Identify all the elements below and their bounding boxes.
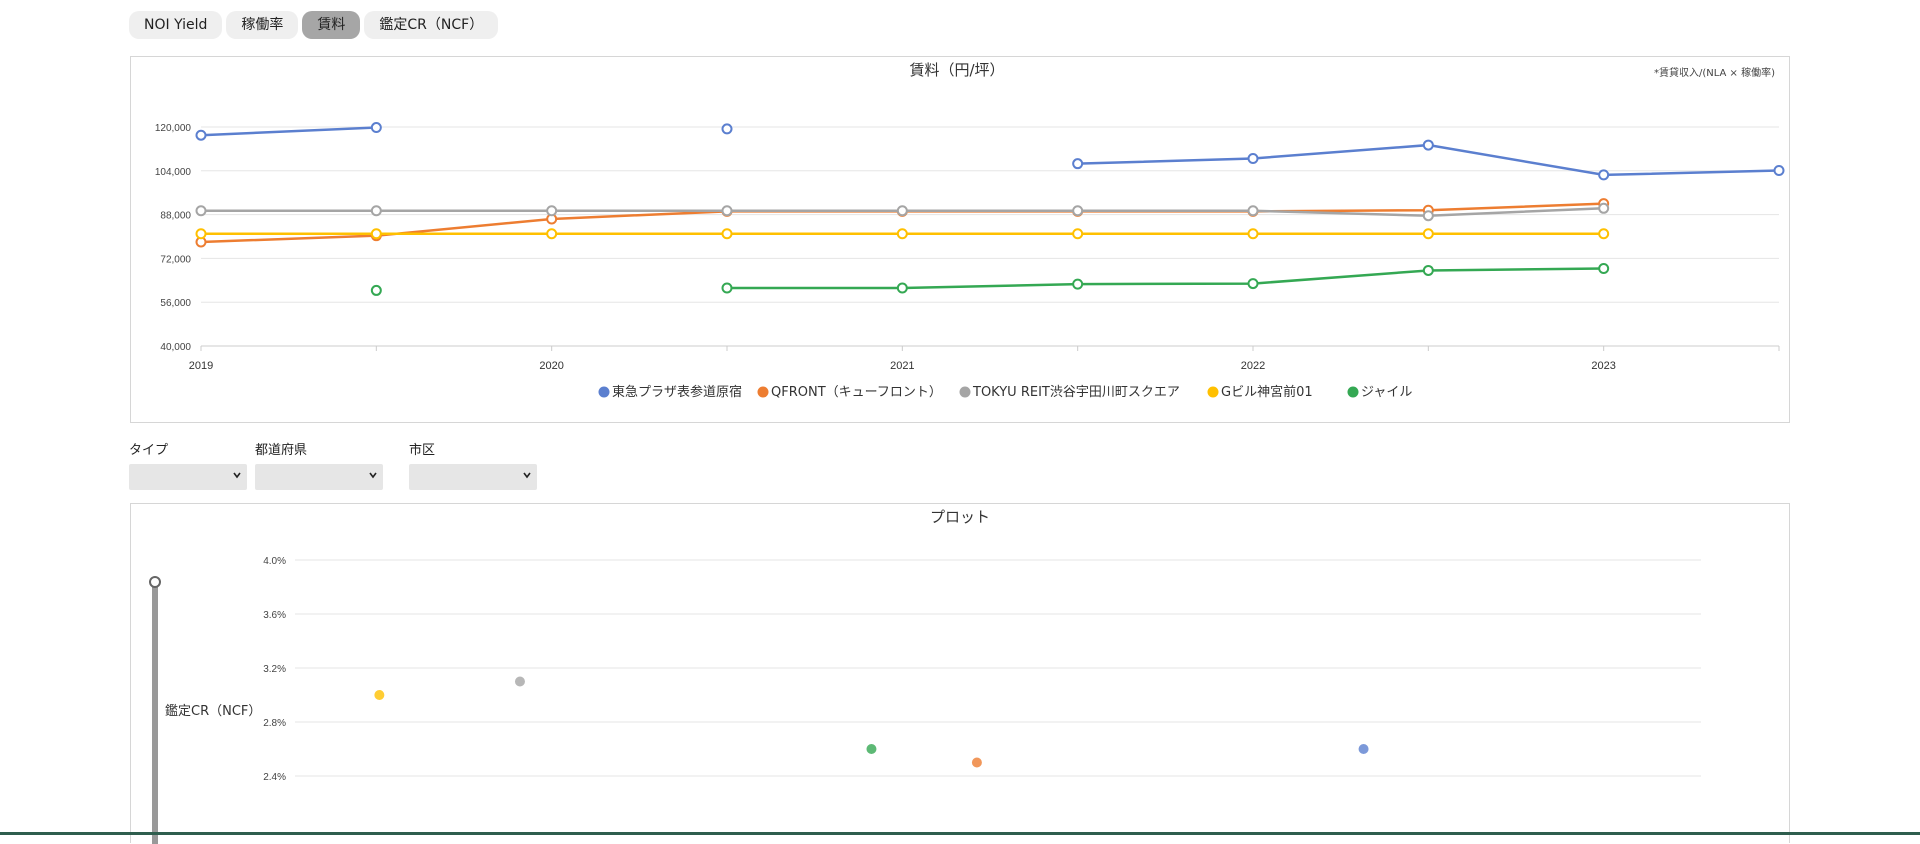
y-tick-label: 88,000 xyxy=(160,211,191,222)
rent-line-chart-panel: 賃料（円/坪） *賃貸収入/(NLA × 稼働率) 40,000 56,000 72… xyxy=(130,56,1790,423)
scatter-chart-title: プロット xyxy=(930,508,990,526)
rent-line-chart: 賃料（円/坪） *賃貸収入/(NLA × 稼働率) 40,000 56,000 72… xyxy=(155,61,1785,400)
data-point xyxy=(1598,228,1610,240)
data-point xyxy=(370,122,382,134)
legend-marker xyxy=(959,386,971,398)
data-point xyxy=(1422,210,1434,222)
data-point xyxy=(370,205,382,217)
y-tick-label: 2.8% xyxy=(263,718,286,729)
legend-label: ジャイル xyxy=(1361,385,1412,400)
data-point xyxy=(1247,228,1259,240)
data-point xyxy=(1072,278,1084,290)
data-point xyxy=(1247,205,1259,217)
scatter-y-axis-label: 鑑定CR（NCF） xyxy=(165,703,261,719)
data-point xyxy=(370,284,382,296)
x-tick-label: 2021 xyxy=(890,360,914,372)
data-point xyxy=(1598,263,1610,275)
data-point xyxy=(896,282,908,294)
legend-label: TOKYU REIT渋谷宇田川町スクエア xyxy=(972,385,1180,400)
chevron-down-icon xyxy=(233,472,241,479)
data-point xyxy=(1422,264,1434,276)
data-point xyxy=(1072,228,1084,240)
data-point xyxy=(546,205,558,217)
y-tick-label: 4.0% xyxy=(263,556,286,567)
series-line xyxy=(727,267,1604,290)
line-chart-title: 賃料（円/坪） xyxy=(909,61,1004,79)
data-point xyxy=(1247,278,1259,290)
chevron-down-icon xyxy=(523,472,531,479)
data-point xyxy=(195,129,207,141)
series-line xyxy=(200,126,377,137)
y-tick-label: 56,000 xyxy=(160,298,191,309)
y-tick-label: 3.2% xyxy=(263,664,286,675)
city-filter-label: 市区 xyxy=(409,443,436,458)
data-point xyxy=(896,205,908,217)
y-tick-label: 3.6% xyxy=(263,610,286,621)
y-axis-slider-track[interactable] xyxy=(152,582,158,844)
y-tick-label: 40,000 xyxy=(160,342,191,353)
type-filter: タイプ xyxy=(129,442,247,490)
data-point xyxy=(1598,169,1610,181)
data-point xyxy=(195,205,207,217)
data-point xyxy=(1422,139,1434,151)
prefecture-filter: 都道府県 xyxy=(255,442,383,490)
tab-appraisal-cr[interactable]: 鑑定CR（NCF） xyxy=(364,11,499,39)
legend-label: Gビル神宮前01 xyxy=(1221,384,1313,400)
x-tick-label: 2020 xyxy=(539,360,563,372)
chevron-down-icon xyxy=(369,472,377,479)
metric-tabs: NOI Yield 稼働率 賃料 鑑定CR（NCF） xyxy=(129,11,499,39)
legend-marker xyxy=(1207,386,1219,398)
scatter-point xyxy=(1358,744,1369,754)
scatter-point xyxy=(971,757,982,768)
x-tick-label: 2023 xyxy=(1591,360,1615,372)
data-point xyxy=(1072,205,1084,217)
legend-marker xyxy=(1347,386,1359,398)
legend-marker xyxy=(598,386,610,398)
y-axis-slider-handle[interactable] xyxy=(149,576,161,588)
type-select[interactable] xyxy=(129,464,247,490)
data-point xyxy=(370,228,382,240)
scatter-point xyxy=(514,676,525,687)
filter-bar: タイプ 都道府県 市区 xyxy=(129,442,545,490)
prefecture-filter-label: 都道府県 xyxy=(255,443,308,458)
scatter-chart: プロット 2.4% 2.8% 3.2% 3.6% 4.0% 鑑定CR（NCF） xyxy=(149,508,1701,844)
data-point xyxy=(546,228,558,240)
y-tick-label: 2.4% xyxy=(263,772,286,783)
city-filter: 市区 xyxy=(409,442,537,490)
data-point xyxy=(195,228,207,240)
data-point xyxy=(1247,152,1259,164)
data-point xyxy=(721,123,733,135)
legend-label: 東急プラザ表参道原宿 xyxy=(612,384,742,400)
y-tick-label: 104,000 xyxy=(155,167,192,178)
data-point xyxy=(1422,228,1434,240)
tab-occupancy[interactable]: 稼働率 xyxy=(226,11,299,39)
scatter-point xyxy=(374,690,385,700)
data-point xyxy=(721,282,733,294)
legend-label: QFRONT（キューフロント） xyxy=(771,385,942,400)
data-point xyxy=(721,228,733,240)
legend-marker xyxy=(757,386,769,398)
y-tick-label: 120,000 xyxy=(155,123,192,134)
prefecture-select[interactable] xyxy=(255,464,383,490)
data-point xyxy=(1598,202,1610,214)
data-point xyxy=(1773,165,1785,177)
type-filter-label: タイプ xyxy=(129,443,169,458)
scatter-chart-panel: プロット 2.4% 2.8% 3.2% 3.6% 4.0% 鑑定CR（NCF） xyxy=(130,503,1790,844)
tab-rent[interactable]: 賃料 xyxy=(302,11,361,39)
tab-noi-yield[interactable]: NOI Yield xyxy=(129,11,223,39)
x-tick-label: 2022 xyxy=(1241,360,1265,372)
data-point xyxy=(896,228,908,240)
line-chart-note: *賃貸収入/(NLA × 稼働率) xyxy=(1654,66,1775,79)
data-point xyxy=(1072,158,1084,170)
y-tick-label: 72,000 xyxy=(160,254,191,265)
x-tick-label: 2019 xyxy=(189,360,213,372)
scatter-point xyxy=(866,744,877,754)
city-select[interactable] xyxy=(409,464,537,490)
data-point xyxy=(721,205,733,217)
